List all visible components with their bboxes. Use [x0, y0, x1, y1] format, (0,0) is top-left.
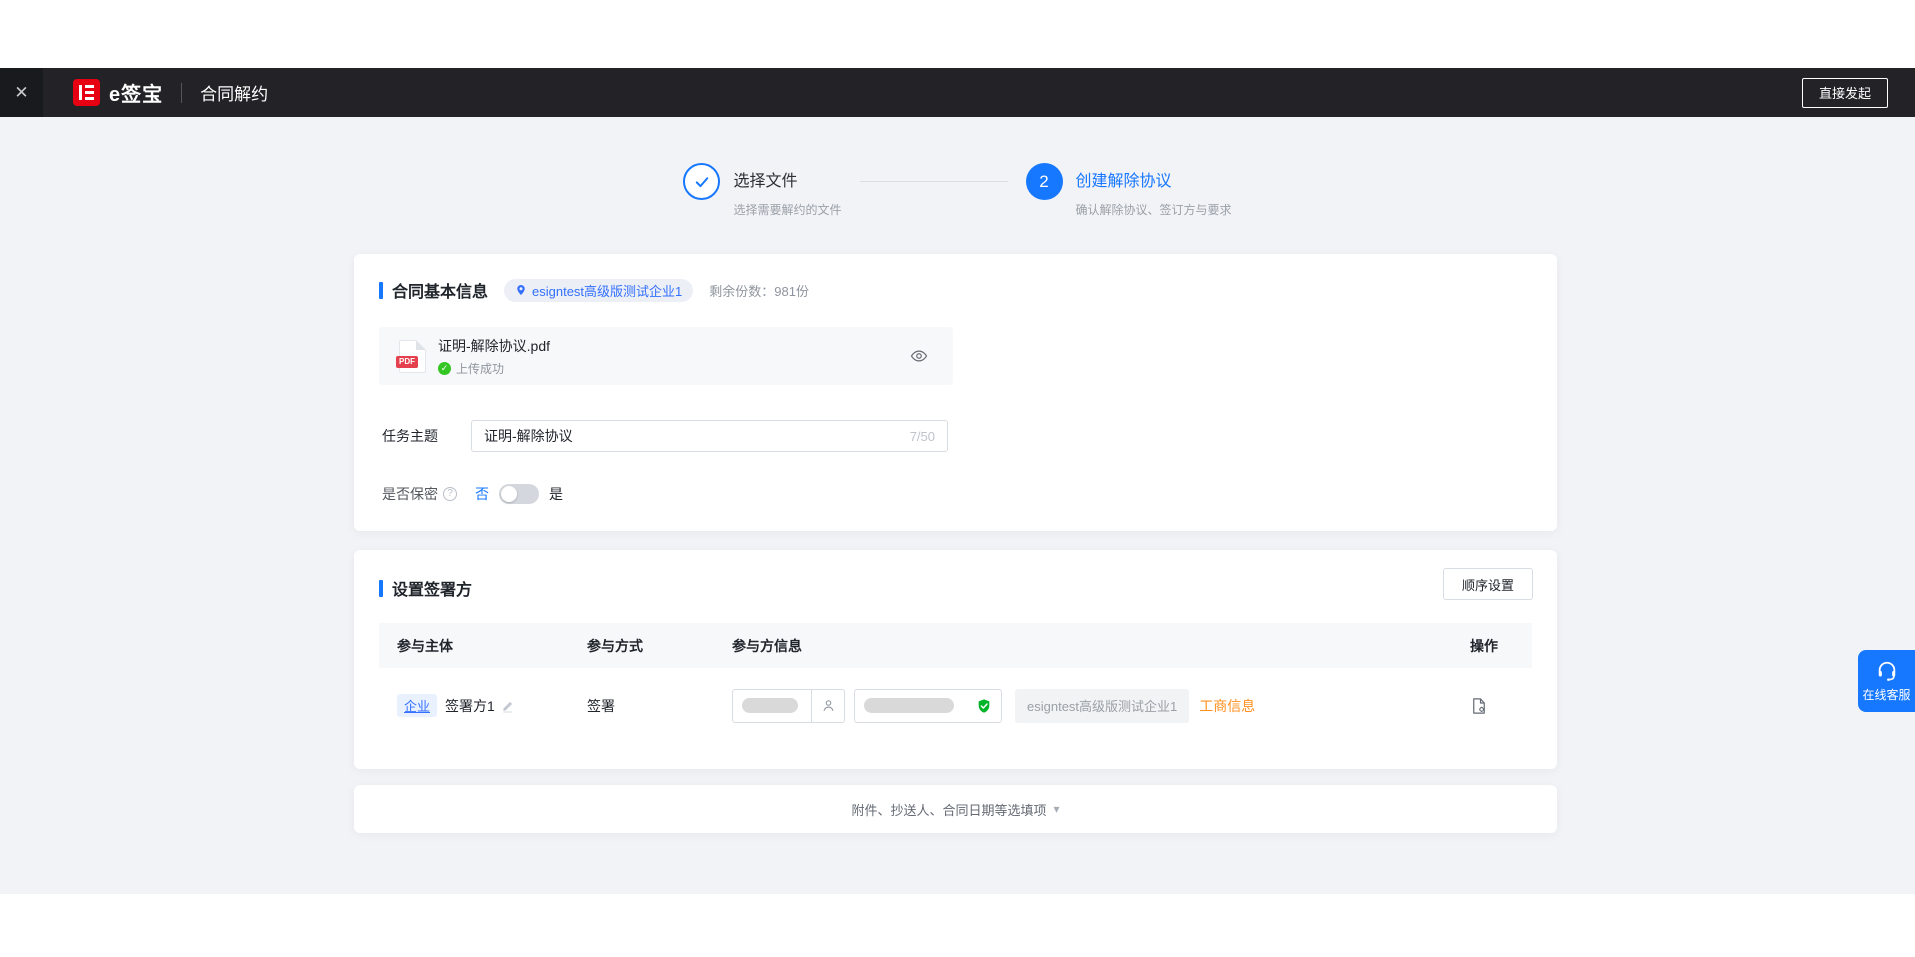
- col-participant: 参与主体: [379, 636, 569, 656]
- quota-label: 剩余份数：981份: [709, 281, 809, 300]
- content: 选择文件 选择需要解约的文件 2 创建解除协议 确认解除协议、签订方与要求 合同…: [0, 117, 1915, 894]
- person-icon: [821, 698, 836, 713]
- org-badge-label: esigntest高级版测试企业1: [532, 281, 682, 300]
- file-name: 证明-解除协议.pdf: [438, 336, 550, 356]
- toggle-knob: [501, 486, 517, 502]
- secrecy-toggle[interactable]: [499, 484, 539, 504]
- col-method: 参与方式: [569, 636, 714, 656]
- brand-name: e签宝: [109, 78, 163, 107]
- business-info-link[interactable]: 工商信息: [1199, 696, 1255, 716]
- esign-logo-icon: [73, 79, 100, 106]
- basic-info-card: 合同基本信息 esigntest高级版测试企业1 剩余份数：981份 PDF 证…: [354, 254, 1557, 531]
- help-question-icon[interactable]: ?: [443, 487, 457, 501]
- chevron-down-icon: ▾: [1053, 802, 1059, 816]
- redacted-account: [864, 698, 954, 713]
- direct-launch-button[interactable]: 直接发起: [1802, 78, 1888, 108]
- step1-subtitle: 选择需要解约的文件: [733, 201, 841, 218]
- header-divider: [181, 83, 182, 103]
- order-settings-button[interactable]: 顺序设置: [1443, 568, 1533, 600]
- signers-title: 设置签署方: [392, 576, 472, 600]
- optional-fields-label: 附件、抄送人、合同日期等选填项: [851, 800, 1046, 819]
- signer-name: 签署方1: [445, 696, 495, 716]
- screen: ✕ e签宝 合同解约 直接发起 选择文件 选择需要解约的文件 2: [0, 0, 1915, 957]
- signers-card: 设置签署方 顺序设置 参与主体 参与方式 参与方信息 操作 企业 签署方1: [354, 550, 1557, 769]
- close-icon: ✕: [14, 83, 28, 103]
- table-row: 企业 签署方1 签署: [379, 668, 1532, 743]
- pdf-tag: PDF: [396, 356, 418, 368]
- cell-actions: [1452, 697, 1532, 715]
- secrecy-row: 是否保密 ? 否 是: [382, 484, 563, 504]
- step-select-file: 选择文件 选择需要解约的文件: [683, 163, 841, 218]
- step2-subtitle: 确认解除协议、签订方与要求: [1076, 201, 1232, 218]
- secrecy-off-label: 否: [475, 484, 489, 504]
- basic-info-card-header: 合同基本信息 esigntest高级版测试企业1 剩余份数：981份: [379, 278, 1533, 302]
- subject-row: 任务主题 证明-解除协议 7/50: [382, 420, 948, 452]
- file-meta: 证明-解除协议.pdf ✓ 上传成功: [438, 336, 550, 377]
- cell-method: 签署: [569, 696, 714, 716]
- col-info: 参与方信息: [714, 636, 1452, 656]
- headset-icon: [1876, 660, 1898, 682]
- signer-org-name: esigntest高级版测试企业1: [1015, 689, 1189, 723]
- basic-info-title: 合同基本信息: [392, 278, 488, 302]
- contact-name-input[interactable]: [732, 689, 845, 723]
- step2-label: 创建解除协议: [1076, 163, 1232, 200]
- cell-info: esigntest高级版测试企业1 工商信息: [714, 689, 1452, 723]
- upload-success-check-icon: ✓: [438, 362, 451, 375]
- step2-number-badge: 2: [1026, 163, 1063, 200]
- verified-shield-icon: [976, 698, 992, 714]
- pencil-icon: [501, 699, 515, 713]
- location-pin-icon: [515, 284, 527, 296]
- contact-picker-button[interactable]: [811, 690, 844, 722]
- cell-participant: 企业 签署方1: [379, 694, 569, 717]
- eye-icon: [910, 347, 928, 365]
- stepper-connector: [860, 181, 1008, 182]
- topbar: ✕ e签宝 合同解约 直接发起: [0, 68, 1915, 117]
- online-support-label: 在线客服: [1862, 686, 1910, 703]
- char-counter: 7/50: [910, 429, 935, 444]
- file-preview-button[interactable]: [910, 347, 928, 365]
- secrecy-label: 是否保密: [382, 484, 438, 504]
- document-settings-icon: [1470, 697, 1488, 715]
- title-accent-bar: [379, 580, 383, 597]
- secrecy-on-label: 是: [549, 484, 563, 504]
- close-button[interactable]: ✕: [0, 68, 43, 117]
- contact-account-input[interactable]: [854, 689, 1002, 723]
- file-item: PDF 证明-解除协议.pdf ✓ 上传成功: [379, 327, 953, 385]
- subject-value: 证明-解除协议: [484, 426, 910, 446]
- org-badge: esigntest高级版测试企业1: [504, 279, 693, 302]
- step1-done-check-icon: [683, 163, 720, 200]
- redacted-name: [742, 698, 798, 713]
- step-create-agreement: 2 创建解除协议 确认解除协议、签订方与要求: [1026, 163, 1232, 218]
- col-actions: 操作: [1452, 636, 1532, 656]
- signers-card-header: 设置签署方: [379, 576, 1533, 600]
- online-support-button[interactable]: 在线客服: [1858, 650, 1915, 712]
- row-action-button[interactable]: [1470, 697, 1488, 715]
- table-header-row: 参与主体 参与方式 参与方信息 操作: [379, 623, 1532, 668]
- optional-fields-bar[interactable]: 附件、抄送人、合同日期等选填项 ▾: [354, 785, 1557, 833]
- page-title: 合同解约: [200, 80, 268, 105]
- stepper: 选择文件 选择需要解约的文件 2 创建解除协议 确认解除协议、签订方与要求: [0, 163, 1915, 218]
- step1-label: 选择文件: [733, 163, 841, 200]
- entity-type-link[interactable]: 企业: [397, 694, 437, 717]
- edit-name-button[interactable]: [501, 699, 515, 713]
- signers-table: 参与主体 参与方式 参与方信息 操作 企业 签署方1 签署: [379, 623, 1532, 743]
- brand-logo: e签宝: [73, 78, 163, 107]
- file-status: ✓ 上传成功: [438, 360, 550, 377]
- title-accent-bar: [379, 282, 383, 299]
- pdf-file-icon: PDF: [399, 340, 426, 373]
- subject-label: 任务主题: [382, 426, 471, 446]
- file-status-label: 上传成功: [456, 360, 504, 377]
- subject-input[interactable]: 证明-解除协议 7/50: [471, 420, 948, 452]
